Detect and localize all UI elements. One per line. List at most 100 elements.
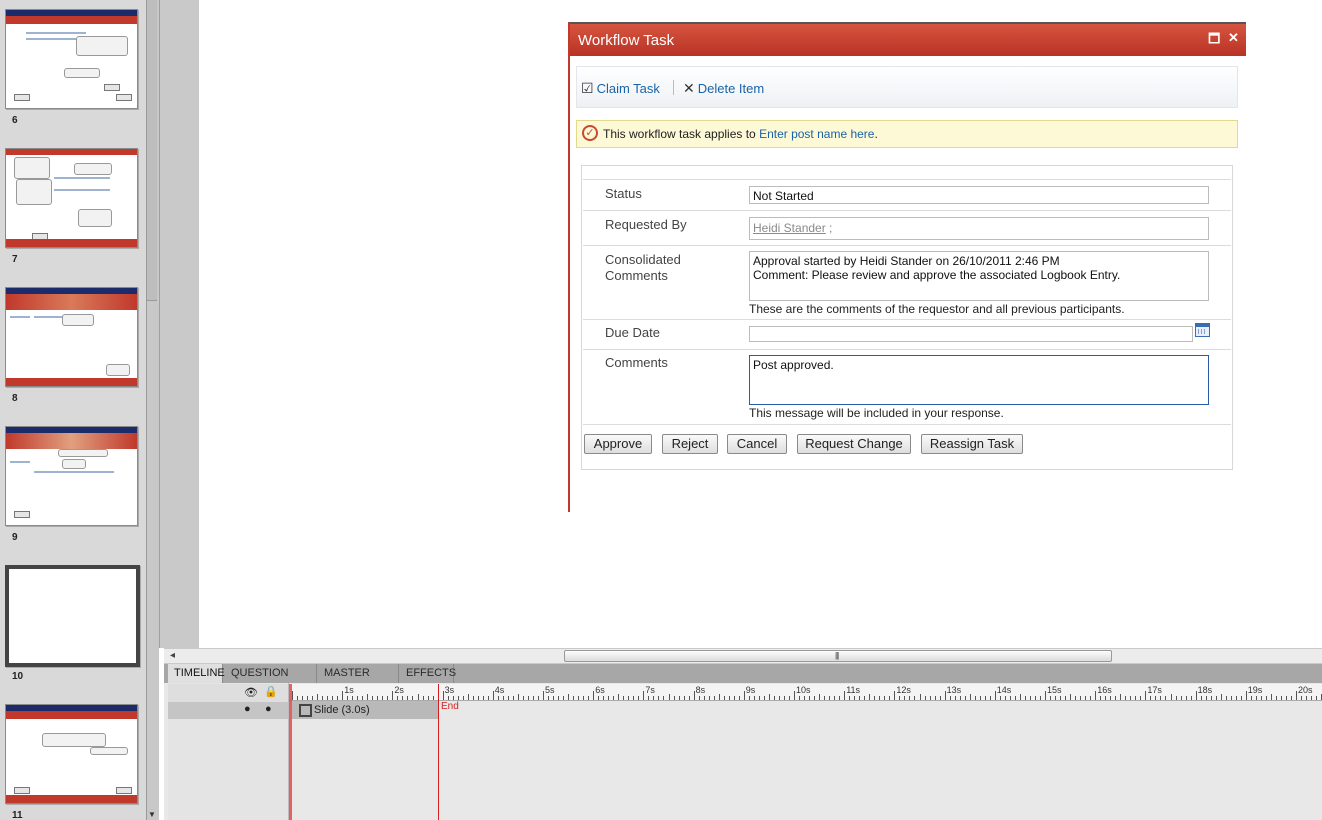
slide-thumbnail-10[interactable] (5, 565, 140, 667)
ruler-tick (748, 696, 750, 700)
ruler-tick (1280, 696, 1282, 700)
slide-thumbnail-7[interactable] (5, 148, 138, 248)
slide-thumbnail-9[interactable] (5, 426, 138, 526)
thumb-callout (16, 179, 52, 205)
requested-by-user[interactable]: Heidi Stander (753, 221, 826, 235)
reassign-task-button[interactable]: Reassign Task (921, 434, 1023, 454)
ruler-tick (372, 696, 374, 700)
ruler-tick (844, 691, 846, 700)
filmstrip-scroll-thumb[interactable] (147, 0, 157, 301)
ruler-tick (753, 696, 755, 700)
comments-label: Comments (605, 355, 668, 370)
ruler-tick (342, 691, 344, 700)
slide-thumbnail-6[interactable] (5, 9, 138, 109)
status-field[interactable]: Not Started (749, 186, 1209, 204)
thumb-callout (14, 157, 50, 179)
calendar-icon[interactable] (1195, 323, 1210, 337)
tab-timeline[interactable]: TIMELINE (168, 664, 225, 683)
eye-icon[interactable]: 👁 (244, 686, 258, 699)
lock-icon[interactable]: 🔒 (264, 685, 278, 698)
playhead[interactable] (289, 684, 292, 820)
ruler-tick (1200, 696, 1202, 700)
ruler-tick (613, 696, 615, 700)
ruler-tick (1009, 696, 1011, 700)
scroll-left-arrow-icon[interactable]: ◂ (170, 650, 175, 661)
stage-horizontal-scrollbar[interactable]: ◂ ||| (164, 648, 1322, 664)
ruler-tick (1275, 696, 1277, 700)
consolidated-comments-help: These are the comments of the requestor … (749, 302, 1125, 316)
due-date-input[interactable] (749, 326, 1193, 342)
ruler-tick (1150, 696, 1152, 700)
delete-item-button[interactable]: ✕ Delete Item (683, 80, 764, 97)
ruler-tick (563, 696, 565, 700)
timeline-ruler[interactable]: 1s 2s 3s 4s 5s 6s 7s 8s 9s 10s 11s 12s 13s 14s 15s 16s 1… (289, 684, 1322, 701)
slide-object-icon (299, 704, 312, 717)
ruler-tick (568, 694, 570, 700)
slide-number: 10 (12, 671, 24, 682)
slide-thumbnail-11[interactable] (5, 704, 138, 804)
ruler-tick (412, 696, 414, 700)
thumb-callout (106, 364, 130, 376)
end-marker[interactable] (438, 684, 439, 820)
ruler-tick (317, 694, 319, 700)
ruler-tick (598, 696, 600, 700)
ruler-label: 13s (946, 685, 962, 695)
ruler-tick (1140, 696, 1142, 700)
ruler-tick (1065, 696, 1067, 700)
approve-button[interactable]: Approve (584, 434, 652, 454)
ruler-tick (713, 696, 715, 700)
ruler-tick (1170, 694, 1172, 700)
tab-question-pool[interactable]: QUESTION POOL (225, 664, 317, 698)
ruler-tick (794, 691, 795, 700)
lock-dot-icon[interactable]: ● (265, 703, 272, 715)
ruler-tick (537, 696, 539, 700)
ruler-tick (1230, 696, 1232, 700)
thumb-callout (90, 747, 128, 755)
reject-button[interactable]: Reject (662, 434, 718, 454)
ruler-tick (1070, 694, 1072, 700)
ruler-tick (1195, 691, 1197, 700)
status-row: Status Not Started (583, 179, 1231, 211)
ruler-tick (849, 696, 851, 700)
thumb-line (54, 177, 110, 179)
tab-effects[interactable]: EFFECTS (400, 664, 456, 683)
thumb-banner (6, 433, 137, 449)
visibility-dot-icon[interactable]: ● (244, 703, 251, 715)
ruler-tick (969, 694, 971, 700)
ruler-tick (839, 696, 841, 700)
end-label: End (441, 701, 459, 712)
timeline-slide-bar[interactable]: Slide (3.0s) (292, 701, 438, 719)
ruler-tick (994, 691, 996, 700)
ruler-tick (337, 696, 339, 700)
claim-task-button[interactable]: ☑ Claim Task (581, 80, 660, 97)
comments-textarea[interactable]: Post approved. (749, 355, 1209, 405)
ruler-tick (603, 696, 605, 700)
scroll-down-arrow-icon[interactable]: ▼ (148, 810, 156, 819)
ruler-tick (377, 696, 379, 700)
ruler-label: 3s (444, 685, 455, 695)
ruler-label: 1s (344, 685, 354, 695)
stage-scroll-thumb[interactable]: ||| (564, 650, 1112, 662)
ruler-tick (1110, 696, 1112, 700)
ruler-tick (427, 696, 429, 700)
ruler-tick (1220, 694, 1222, 700)
ruler-tick (1290, 696, 1292, 700)
post-name-link[interactable]: Enter post name here (759, 127, 874, 141)
ruler-tick (854, 696, 856, 700)
ruler-tick (628, 696, 630, 700)
ruler-tick (417, 694, 419, 700)
slide-duration-label: Slide (3.0s) (314, 704, 370, 716)
ruler-tick (788, 696, 790, 700)
timeline-slide-row[interactable]: ● ● (168, 702, 288, 719)
tab-master-slide[interactable]: MASTER SLIDE (318, 664, 399, 698)
close-icon[interactable]: ✕ (1228, 30, 1239, 46)
request-change-button[interactable]: Request Change (797, 434, 911, 454)
slide-thumbnail-8[interactable] (5, 287, 138, 387)
ruler-tick (1135, 696, 1137, 700)
cancel-button[interactable]: Cancel (727, 434, 787, 454)
ruler-tick (899, 696, 901, 700)
ruler-tick (743, 691, 745, 700)
thumb-footer (6, 378, 137, 386)
requested-by-field[interactable]: Heidi Stander ; (749, 217, 1209, 240)
maximize-icon[interactable]: 🗖 (1208, 30, 1220, 52)
